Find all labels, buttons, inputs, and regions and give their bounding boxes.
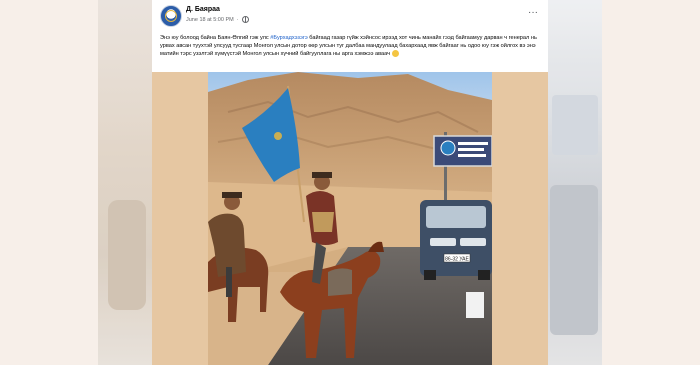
background-blur-sign (552, 95, 598, 155)
van-plate: 86-32 УАЕ (445, 257, 469, 263)
author-name[interactable]: Д. Баяраа (186, 6, 220, 13)
background-blur-rider (108, 200, 146, 310)
background-blur-van (550, 185, 598, 335)
video-player[interactable]: 86-32 УАЕ (208, 72, 492, 365)
globe-icon (241, 16, 249, 23)
hashtag-link[interactable]: #Бурхадхэзэгэ (270, 35, 307, 41)
more-options-icon[interactable]: ··· (528, 8, 538, 18)
post-text-part1: Энэ юу болоод байна Баян-Өлгий гэж улс (160, 35, 271, 41)
post-date[interactable]: June 18 at 5:00 PM (186, 17, 234, 23)
post-meta: June 18 at 5:00 PM · (186, 16, 249, 23)
van: 86-32 УАЕ (420, 200, 492, 280)
background-blur-left (98, 0, 156, 365)
road-marker (466, 292, 484, 318)
emoji-icon (391, 50, 399, 58)
background-blur-right (546, 0, 602, 365)
video-frame: 86-32 УАЕ (152, 72, 548, 365)
video-scene: 86-32 УАЕ (208, 72, 492, 365)
avatar[interactable] (160, 5, 182, 27)
facebook-post: Д. Баяраа June 18 at 5:00 PM · ··· Энэ ю… (152, 0, 548, 72)
post-text: Энэ юу болоод байна Баян-Өлгий гэж улс #… (160, 34, 544, 58)
